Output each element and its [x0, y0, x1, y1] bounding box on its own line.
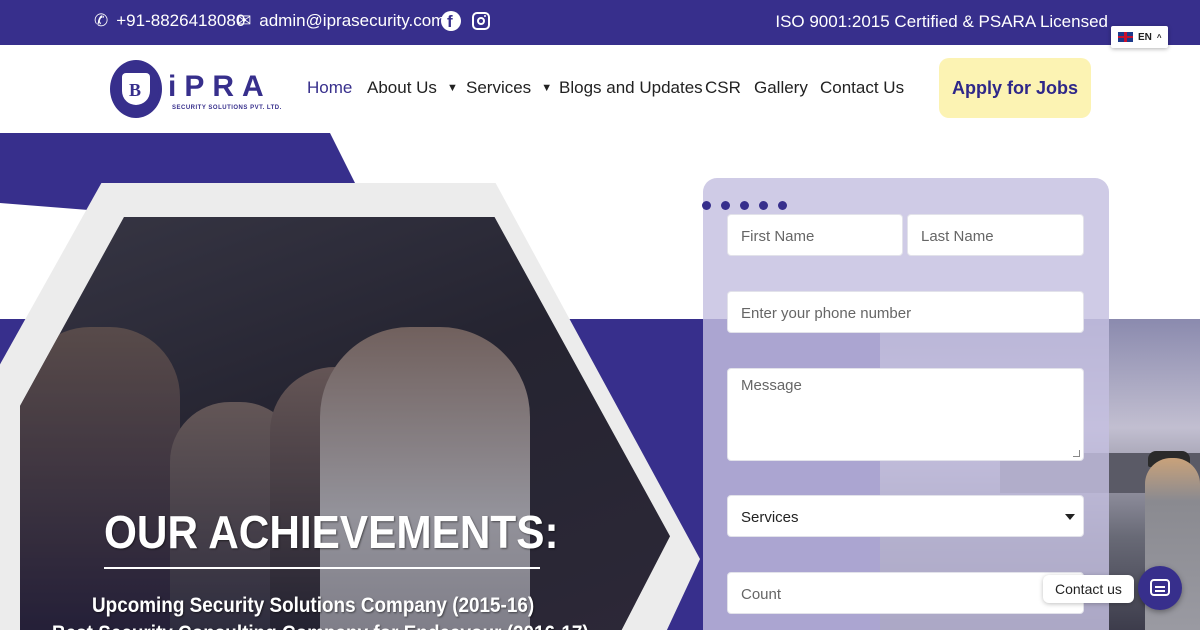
- carousel-dot: [778, 201, 787, 210]
- hero-section: OUR ACHIEVEMENTS: Upcoming Security Solu…: [0, 133, 1200, 630]
- carousel-dot: [702, 201, 711, 210]
- facebook-icon[interactable]: f: [441, 11, 461, 31]
- nav-blogs[interactable]: Blogs and Updates: [559, 78, 703, 98]
- achievement-item: Upcoming Security Solutions Company (201…: [92, 594, 535, 617]
- chat-button[interactable]: [1138, 566, 1182, 610]
- top-bar: ✆ +91-8826418080 ✉ admin@iprasecurity.co…: [0, 0, 1200, 45]
- caret-down-icon: [1065, 514, 1075, 520]
- nav-about-us[interactable]: About Us ▼: [367, 78, 458, 98]
- nav-csr[interactable]: CSR: [705, 78, 741, 98]
- certification-text: ISO 9001:2015 Certified & PSARA Licensed: [775, 12, 1108, 31]
- carousel-dot: [759, 201, 768, 210]
- phone-icon: ✆: [94, 11, 109, 30]
- chevron-up-icon: ^: [1156, 32, 1162, 42]
- chevron-down-icon: ▼: [446, 82, 458, 94]
- phone-field[interactable]: Enter your phone number: [727, 291, 1084, 333]
- nav-services[interactable]: Services ▼: [466, 78, 552, 98]
- language-selector[interactable]: EN ^: [1111, 26, 1168, 48]
- envelope-icon: ✉: [237, 11, 252, 30]
- message-field[interactable]: Message: [727, 368, 1084, 461]
- count-field[interactable]: Count: [727, 572, 1084, 614]
- shield-logo-icon[interactable]: B: [110, 60, 162, 118]
- title-underline: [104, 567, 540, 569]
- first-name-field[interactable]: First Name: [727, 214, 903, 256]
- uk-flag-icon: [1118, 32, 1133, 42]
- achievements-title: OUR ACHIEVEMENTS:: [104, 506, 559, 558]
- nav-gallery[interactable]: Gallery: [754, 78, 808, 98]
- language-code: EN: [1138, 31, 1152, 43]
- email-link[interactable]: ✉ admin@iprasecurity.com: [237, 11, 445, 31]
- logo-subtitle: SECURITY SOLUTIONS PVT. LTD.: [172, 105, 282, 111]
- logo-wordmark[interactable]: iPRA: [168, 70, 272, 104]
- carousel-dots[interactable]: [702, 201, 787, 210]
- services-select[interactable]: Services: [727, 495, 1084, 537]
- contact-us-label[interactable]: Contact us: [1043, 575, 1134, 603]
- phone-link[interactable]: ✆ +91-8826418080: [94, 11, 245, 31]
- instagram-icon[interactable]: [472, 12, 490, 30]
- chat-icon: [1150, 579, 1170, 596]
- chevron-down-icon: ▼: [541, 82, 553, 94]
- last-name-field[interactable]: Last Name: [907, 214, 1084, 256]
- nav-contact-us[interactable]: Contact Us: [820, 78, 904, 98]
- email-address: admin@iprasecurity.com: [259, 11, 446, 30]
- achievement-item: Best Security Consulting Company for End…: [52, 622, 589, 630]
- carousel-dot: [721, 201, 730, 210]
- phone-number: +91-8826418080: [116, 11, 246, 30]
- carousel-dot: [740, 201, 749, 210]
- apply-for-jobs-button[interactable]: Apply for Jobs: [939, 58, 1091, 118]
- nav-home[interactable]: Home: [307, 78, 352, 98]
- site-header: B iPRA SECURITY SOLUTIONS PVT. LTD. Home…: [0, 45, 1200, 133]
